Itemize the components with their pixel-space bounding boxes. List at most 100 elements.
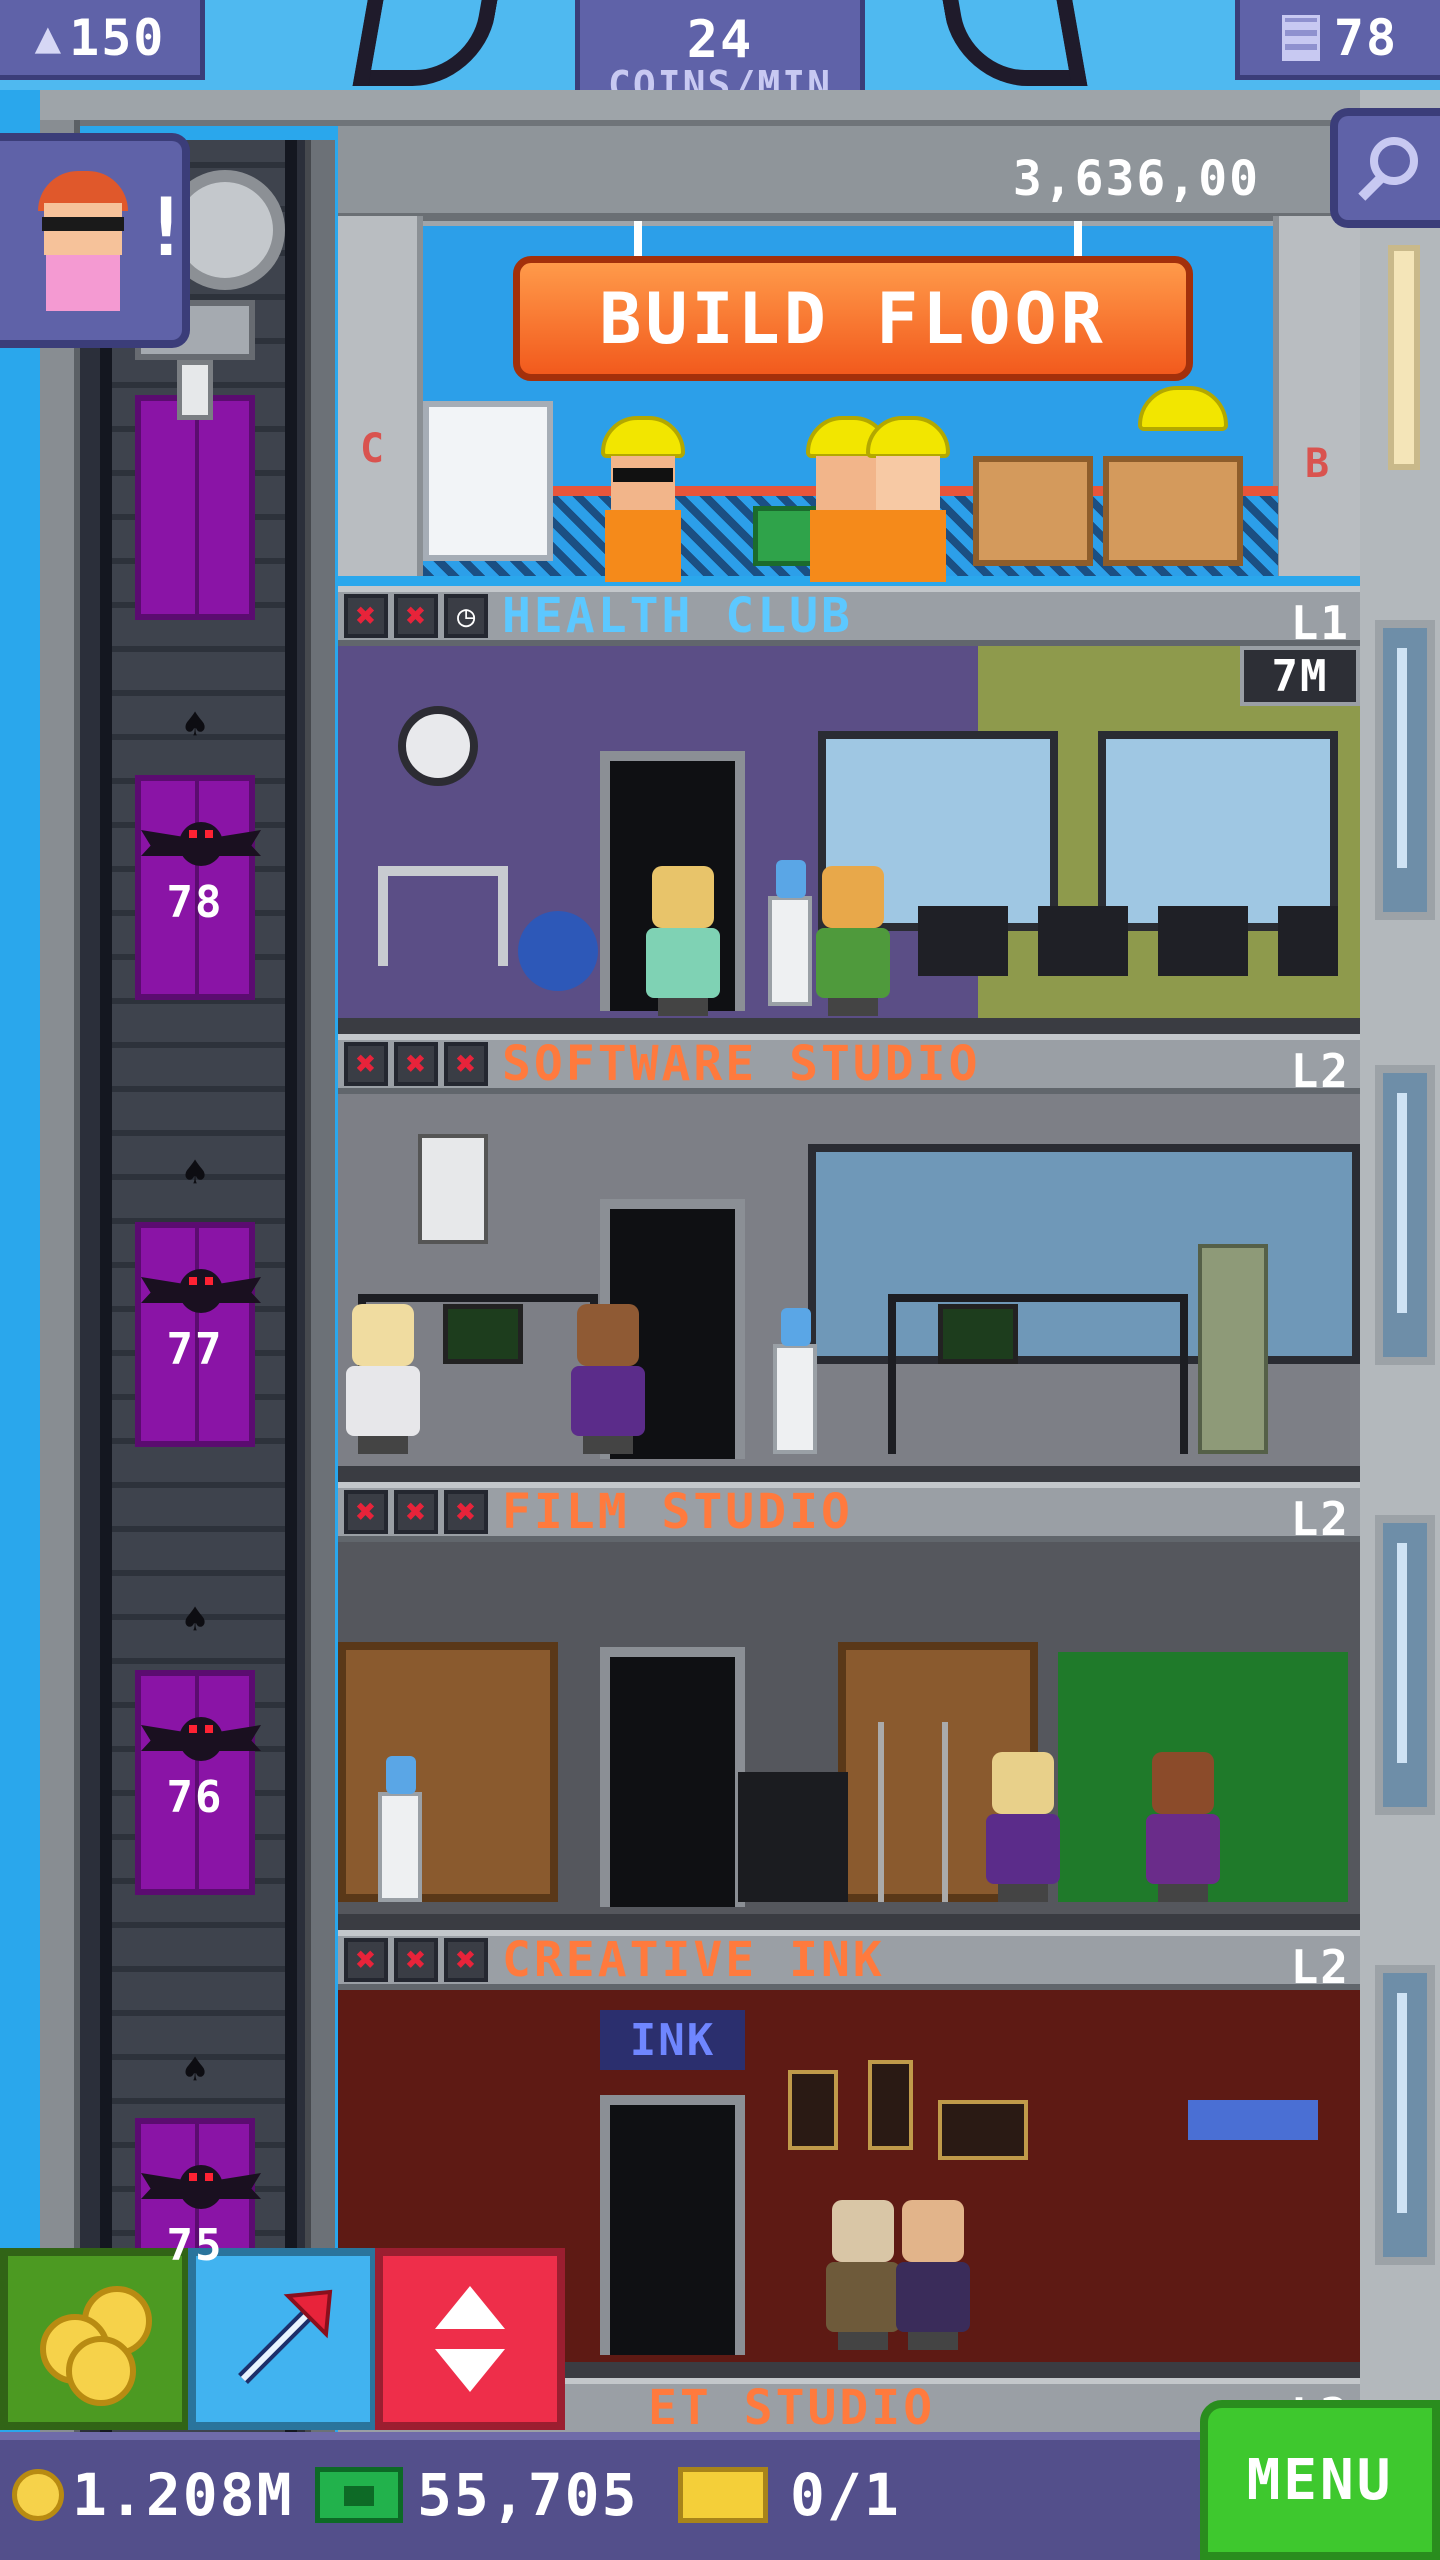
elevator-rail-right — [285, 140, 297, 2450]
tenant[interactable] — [563, 1304, 653, 1454]
coins-rate-value: 24 — [686, 9, 754, 70]
stock-indicators: ✖ ✖ ✖ — [344, 1490, 488, 1534]
raise-tower-button[interactable] — [188, 2248, 378, 2430]
camera — [738, 1772, 848, 1902]
population-value: 150 — [69, 8, 166, 67]
menu-button[interactable]: MENU — [1200, 2400, 1440, 2560]
bat-icon — [141, 816, 261, 872]
tower-roof-beam — [40, 90, 1360, 126]
tower-left-wall — [40, 120, 80, 2450]
scroll-thumb[interactable] — [1388, 245, 1420, 470]
construction-worker — [593, 416, 693, 586]
picture-frame — [938, 2100, 1028, 2160]
tenant[interactable] — [978, 1752, 1068, 1902]
clock-icon: ◷ — [444, 594, 488, 638]
stock-empty-icon: ✖ — [394, 1042, 438, 1086]
pillar-marker-left: C — [360, 426, 385, 472]
calendar — [418, 1134, 488, 1244]
population-counter[interactable]: ▲ 150 — [0, 0, 205, 80]
treadmills — [918, 906, 1338, 976]
floor-header: ✖ ✖ ✖ FILM STUDIO L2 — [338, 1482, 1360, 1546]
build-floor-button[interactable]: BUILD FLOOR — [513, 256, 1193, 381]
computer-monitor — [443, 1304, 523, 1364]
build-pillar-left: C — [338, 216, 423, 576]
desk — [888, 1294, 1188, 1454]
bat-icon — [141, 1263, 261, 1319]
floor-name: ET STUDIO — [648, 2380, 936, 2436]
elevator-hook — [177, 360, 213, 420]
tickets-balance[interactable]: 0/1 — [678, 2450, 901, 2540]
water-cooler — [773, 1308, 817, 1454]
elevator-rail-left — [100, 140, 112, 2450]
floor-level: L1 — [1290, 596, 1350, 650]
water-cooler — [768, 860, 812, 1006]
elevator-door[interactable]: 77 — [135, 1222, 261, 1447]
stock-empty-icon: ✖ — [394, 594, 438, 638]
clock-icon — [398, 706, 478, 786]
water-cooler — [378, 1756, 422, 1902]
computer-monitor — [938, 1304, 1018, 1364]
tenant[interactable] — [888, 2200, 978, 2350]
supply-crate — [973, 456, 1093, 566]
floor-health-club[interactable]: ✖ ✖ ◷ HEALTH CLUB L1 7M — [338, 586, 1360, 1036]
vip-avatar — [28, 171, 138, 311]
supply-sack — [423, 401, 553, 561]
elevator-door[interactable]: 76 — [135, 1670, 261, 1895]
pillar-marker-right: B — [1305, 441, 1330, 487]
floor-header: ✖ ✖ ◷ HEALTH CLUB L1 — [338, 586, 1360, 650]
tickets-value: 0/1 — [790, 2461, 901, 2529]
supply-crate — [1103, 456, 1243, 566]
stock-empty-icon: ✖ — [344, 594, 388, 638]
stock-empty-icon: ✖ — [344, 1938, 388, 1982]
floor-name: HEALTH CLUB — [502, 588, 853, 644]
alert-icon: ! — [142, 181, 191, 274]
stock-empty-icon: ✖ — [394, 1938, 438, 1982]
person-icon: ▲ — [34, 12, 64, 63]
spade-ornament-icon: ♠ — [182, 1150, 208, 1196]
floor-film-studio[interactable]: ✖ ✖ ✖ FILM STUDIO L2 — [338, 1482, 1360, 1932]
stock-indicators: ✖ ✖ ◷ — [344, 594, 488, 638]
floor-level: L2 — [1290, 1940, 1350, 1994]
bux-balance[interactable]: 55,705 — [315, 2450, 639, 2540]
bat-icon — [141, 1711, 261, 1767]
wood-doors — [338, 1642, 558, 1902]
tenant[interactable] — [808, 866, 898, 1016]
floors-value: 78 — [1333, 8, 1399, 67]
exercise-ball — [518, 911, 598, 991]
earnings-badge[interactable]: 7M — [1240, 646, 1360, 706]
stock-indicators: ✖ ✖ ✖ — [344, 1938, 488, 1982]
coin-icon — [12, 2469, 64, 2521]
magnifier-icon — [1358, 137, 1418, 201]
tripod — [878, 1722, 948, 1902]
floor-level: L2 — [1290, 1492, 1350, 1546]
coins-value: 1.208M — [72, 2461, 294, 2529]
floor-name: CREATIVE INK — [502, 1932, 885, 1988]
stock-empty-icon: ✖ — [394, 1490, 438, 1534]
up-down-arrows-icon — [435, 2286, 505, 2392]
film-studio-room — [338, 1542, 1360, 1932]
tower-window — [1375, 1065, 1435, 1365]
picture-frame — [868, 2060, 913, 2150]
arrow-up-right-icon — [238, 2289, 333, 2384]
stock-empty-icon: ✖ — [344, 1490, 388, 1534]
tenant[interactable] — [1138, 1752, 1228, 1902]
vip-visitor-button[interactable]: ! — [0, 133, 190, 348]
stock-empty-icon: ✖ — [444, 1042, 488, 1086]
tower-window — [1375, 620, 1435, 920]
ticket-icon — [678, 2467, 768, 2523]
bux-value: 55,705 — [417, 2461, 639, 2529]
floor-software-studio[interactable]: ✖ ✖ ✖ SOFTWARE STUDIO L2 — [338, 1034, 1360, 1484]
health-club-room: 7M — [338, 646, 1360, 1036]
floor-name: SOFTWARE STUDIO — [502, 1036, 981, 1092]
tenant[interactable] — [638, 866, 728, 1016]
elevator-button[interactable] — [375, 2248, 565, 2430]
zoom-button[interactable] — [1330, 108, 1440, 228]
sign-hanger — [1074, 221, 1082, 261]
bat-icon — [141, 2159, 261, 2215]
elevator-door[interactable]: 78 — [135, 775, 261, 1000]
tenant[interactable] — [338, 1304, 428, 1454]
bux-icon — [315, 2467, 403, 2523]
collect-coins-button[interactable] — [0, 2248, 190, 2430]
floors-counter[interactable]: 78 — [1235, 0, 1440, 80]
floor-header: ✖ ✖ ✖ SOFTWARE STUDIO L2 — [338, 1034, 1360, 1098]
